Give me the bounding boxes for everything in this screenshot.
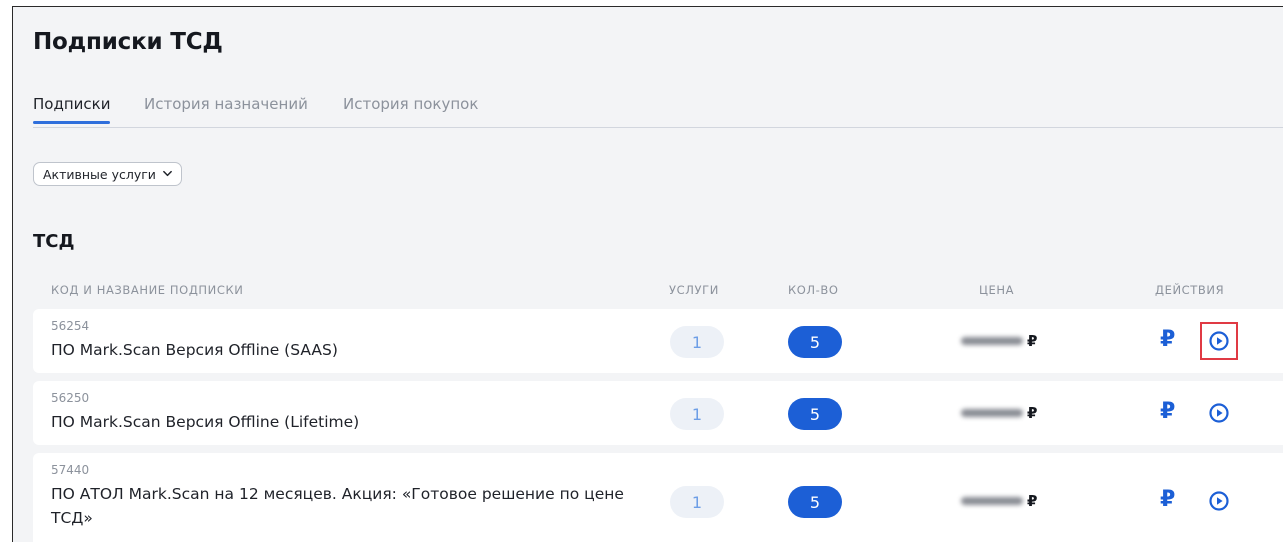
- subscription-name: ПО Mark.Scan Версия Offline (SAAS): [51, 341, 338, 359]
- tab-purchase-history[interactable]: История покупок: [343, 95, 478, 123]
- price-blurred: [961, 409, 1023, 417]
- play-circle-icon[interactable]: [1208, 402, 1230, 424]
- currency-symbol: ₽: [1027, 492, 1038, 510]
- column-header-actions: ДЕЙСТВИЯ: [1155, 283, 1225, 297]
- tab-bar: Подписки История назначений История поку…: [33, 95, 1283, 128]
- table-row: 56250 ПО Mark.Scan Версия Offline (Lifet…: [33, 381, 1283, 445]
- services-count-badge[interactable]: 1: [670, 486, 724, 518]
- subscription-code: 56254: [51, 319, 90, 333]
- services-count-badge[interactable]: 1: [670, 326, 724, 358]
- column-header-qty: КОЛ-ВО: [788, 283, 839, 297]
- currency-symbol: ₽: [1027, 404, 1038, 422]
- subscription-name: ПО Mark.Scan Версия Offline (Lifetime): [51, 413, 360, 431]
- price-blurred: [961, 497, 1023, 505]
- price-blurred: [961, 337, 1023, 345]
- ruble-icon[interactable]: ₽: [1160, 487, 1175, 512]
- play-circle-icon[interactable]: [1200, 322, 1238, 360]
- quantity-badge[interactable]: 5: [788, 398, 842, 430]
- status-filter-dropdown[interactable]: Активные услуги: [33, 162, 182, 186]
- price-value: ₽: [961, 332, 1037, 350]
- ruble-icon[interactable]: ₽: [1160, 399, 1175, 424]
- table-row: 57440 ПО АТОЛ Mark.Scan на 12 месяцев. А…: [33, 453, 1283, 548]
- page-container: Подписки ТСД Подписки История назначений…: [12, 6, 1283, 548]
- column-header-price: ЦЕНА: [979, 283, 1015, 297]
- quantity-badge[interactable]: 5: [788, 486, 842, 518]
- chevron-down-icon: [162, 167, 173, 182]
- filter-selected-label: Активные услуги: [43, 166, 156, 182]
- currency-symbol: ₽: [1027, 332, 1038, 350]
- tab-assignment-history[interactable]: История назначений: [144, 95, 308, 123]
- subscription-code: 56250: [51, 391, 90, 405]
- services-count-badge[interactable]: 1: [670, 398, 724, 430]
- price-value: ₽: [961, 404, 1037, 422]
- ruble-icon[interactable]: ₽: [1160, 327, 1175, 352]
- price-value: ₽: [961, 492, 1037, 510]
- table-row: 56254 ПО Mark.Scan Версия Offline (SAAS)…: [33, 309, 1283, 373]
- column-header-name: КОД И НАЗВАНИЕ ПОДПИСКИ: [51, 283, 244, 297]
- column-header-services: УСЛУГИ: [669, 283, 719, 297]
- tab-subscriptions[interactable]: Подписки: [33, 95, 111, 124]
- page-title: Подписки ТСД: [33, 29, 223, 55]
- quantity-badge[interactable]: 5: [788, 326, 842, 358]
- subscription-code: 57440: [51, 463, 90, 477]
- play-circle-icon[interactable]: [1208, 490, 1230, 512]
- section-title: ТСД: [33, 231, 75, 252]
- subscription-name: ПО АТОЛ Mark.Scan на 12 месяцев. Акция: …: [51, 485, 624, 527]
